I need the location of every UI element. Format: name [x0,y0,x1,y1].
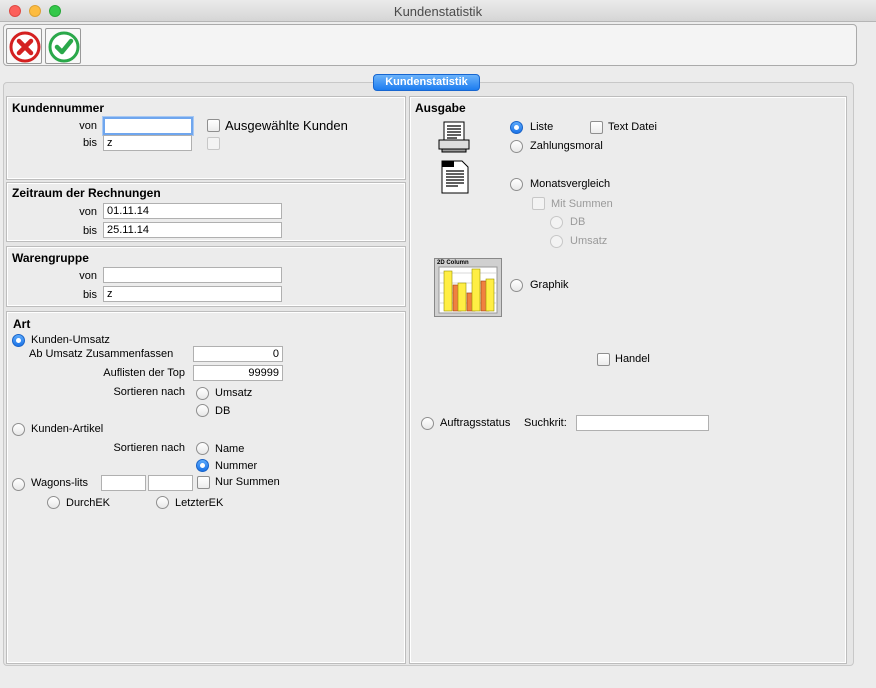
tab-kundenstatistik[interactable]: Kundenstatistik [373,74,480,91]
ausgabe-title: Ausgabe [415,101,466,115]
warengruppe-group: Warengruppe von bis z [6,246,406,307]
art-group: Art Kunden-Umsatz Ab Umsatz Zusammenfass… [6,311,406,664]
handel-label: Handel [615,353,650,365]
zeitraum-von-label: von [79,206,97,218]
warengruppe-von-input[interactable] [103,267,282,283]
kundennummer-group: Kundennummer von bis z Ausgewählte Kunde… [6,96,406,180]
durchek-label: DurchEK [66,497,111,509]
graphik-radio[interactable] [510,279,523,292]
wagons-lits-input-2[interactable] [148,475,193,491]
zeitraum-bis-label: bis [82,225,97,237]
sortieren-nach-label-1: Sortieren nach [113,386,185,398]
sort-umsatz-label: Umsatz [215,387,253,399]
cancel-button[interactable] [6,28,42,64]
kunden-umsatz-radio[interactable] [12,334,25,347]
kundennummer-bis-input[interactable]: z [103,135,192,151]
mit-summen-checkbox[interactable] [532,197,545,210]
wagons-lits-radio[interactable] [12,478,25,491]
kunden-umsatz-label: Kunden-Umsatz [31,334,110,346]
text-file-icon [441,160,469,194]
auftragsstatus-radio[interactable] [421,417,434,430]
warengruppe-bis-label: bis [82,289,97,301]
sort-nummer-label: Nummer [215,460,258,472]
sort-name-label: Name [215,443,245,455]
kunden-artikel-label: Kunden-Artikel [31,423,104,435]
warengruppe-title: Warengruppe [12,251,89,265]
kundennummer-title: Kundennummer [12,101,105,115]
monat-umsatz-label: Umsatz [570,235,608,247]
warengruppe-bis-input[interactable]: z [103,286,282,302]
title-bar: Kundenstatistik [0,0,876,22]
zeitraum-von-input[interactable]: 01.11.14 [103,203,282,219]
zusammenfassen-input[interactable]: 0 [193,346,283,362]
printer-list-icon [438,121,470,153]
sort-db-label: DB [215,405,231,417]
bar-chart-icon: 2D Column [434,258,502,317]
monat-db-label: DB [570,216,586,228]
window-title: Kundenstatistik [393,4,483,19]
nur-summen-label: Nur Summen [215,476,280,488]
monatsvergleich-label: Monatsvergleich [530,178,611,190]
warengruppe-von-label: von [79,270,97,282]
ausgewaehlte-kunden-label: Ausgewählte Kunden [225,118,348,133]
liste-radio[interactable] [510,121,523,134]
zeitraum-group: Zeitraum der Rechnungen von 01.11.14 bis… [6,182,406,242]
red-x-circle-icon [9,31,41,63]
liste-label: Liste [530,121,554,133]
wagons-lits-label: Wagons-lits [31,477,89,489]
zahlungsmoral-label: Zahlungsmoral [530,140,603,152]
monatsvergleich-radio[interactable] [510,178,523,191]
sortieren-nach-label-2: Sortieren nach [113,442,185,454]
ausgewaehlte-kunden-checkbox[interactable] [207,119,220,132]
sort-umsatz-radio[interactable] [196,387,209,400]
letzterek-label: LetzterEK [175,497,224,509]
sort-nummer-radio[interactable] [196,459,209,472]
suchkrit-input[interactable] [576,415,709,431]
zahlungsmoral-radio[interactable] [510,140,523,153]
kundennummer-bis-label: bis [82,137,97,149]
nur-summen-checkbox[interactable] [197,476,210,489]
art-title: Art [13,317,31,331]
graphik-label: Graphik [530,279,569,291]
kundennummer-von-label: von [79,120,97,132]
wagons-lits-input-1[interactable] [101,475,146,491]
green-check-circle-icon [48,31,80,63]
sort-name-radio[interactable] [196,442,209,455]
monat-umsatz-radio[interactable] [550,235,563,248]
auftragsstatus-label: Auftragsstatus [440,417,511,429]
handel-checkbox[interactable] [597,353,610,366]
mit-summen-label: Mit Summen [551,198,613,210]
ok-button[interactable] [45,28,81,64]
window: Kundenstatistik Kundenstatistik Kundennu… [0,0,876,688]
monat-db-radio[interactable] [550,216,563,229]
zeitraum-title: Zeitraum der Rechnungen [12,186,161,200]
kunden-artikel-radio[interactable] [12,423,25,436]
toolbar [3,24,857,66]
ausgabe-group: Ausgabe Liste Text Datei Zahlungsmoral M… [409,96,847,664]
top-input[interactable]: 99999 [193,365,283,381]
durchek-radio[interactable] [47,496,60,509]
text-datei-label: Text Datei [608,121,657,133]
ausgewaehlte-kunden-option-checkbox[interactable] [207,137,220,150]
top-label: Auflisten der Top [103,367,185,379]
text-datei-checkbox[interactable] [590,121,603,134]
sort-db-radio[interactable] [196,404,209,417]
suchkrit-label: Suchkrit: [524,417,567,429]
letzterek-radio[interactable] [156,496,169,509]
status-bar [0,668,876,688]
kundennummer-von-input[interactable] [103,117,193,135]
zusammenfassen-label: Ab Umsatz Zusammenfassen [29,348,174,360]
zeitraum-bis-input[interactable]: 25.11.14 [103,222,282,238]
